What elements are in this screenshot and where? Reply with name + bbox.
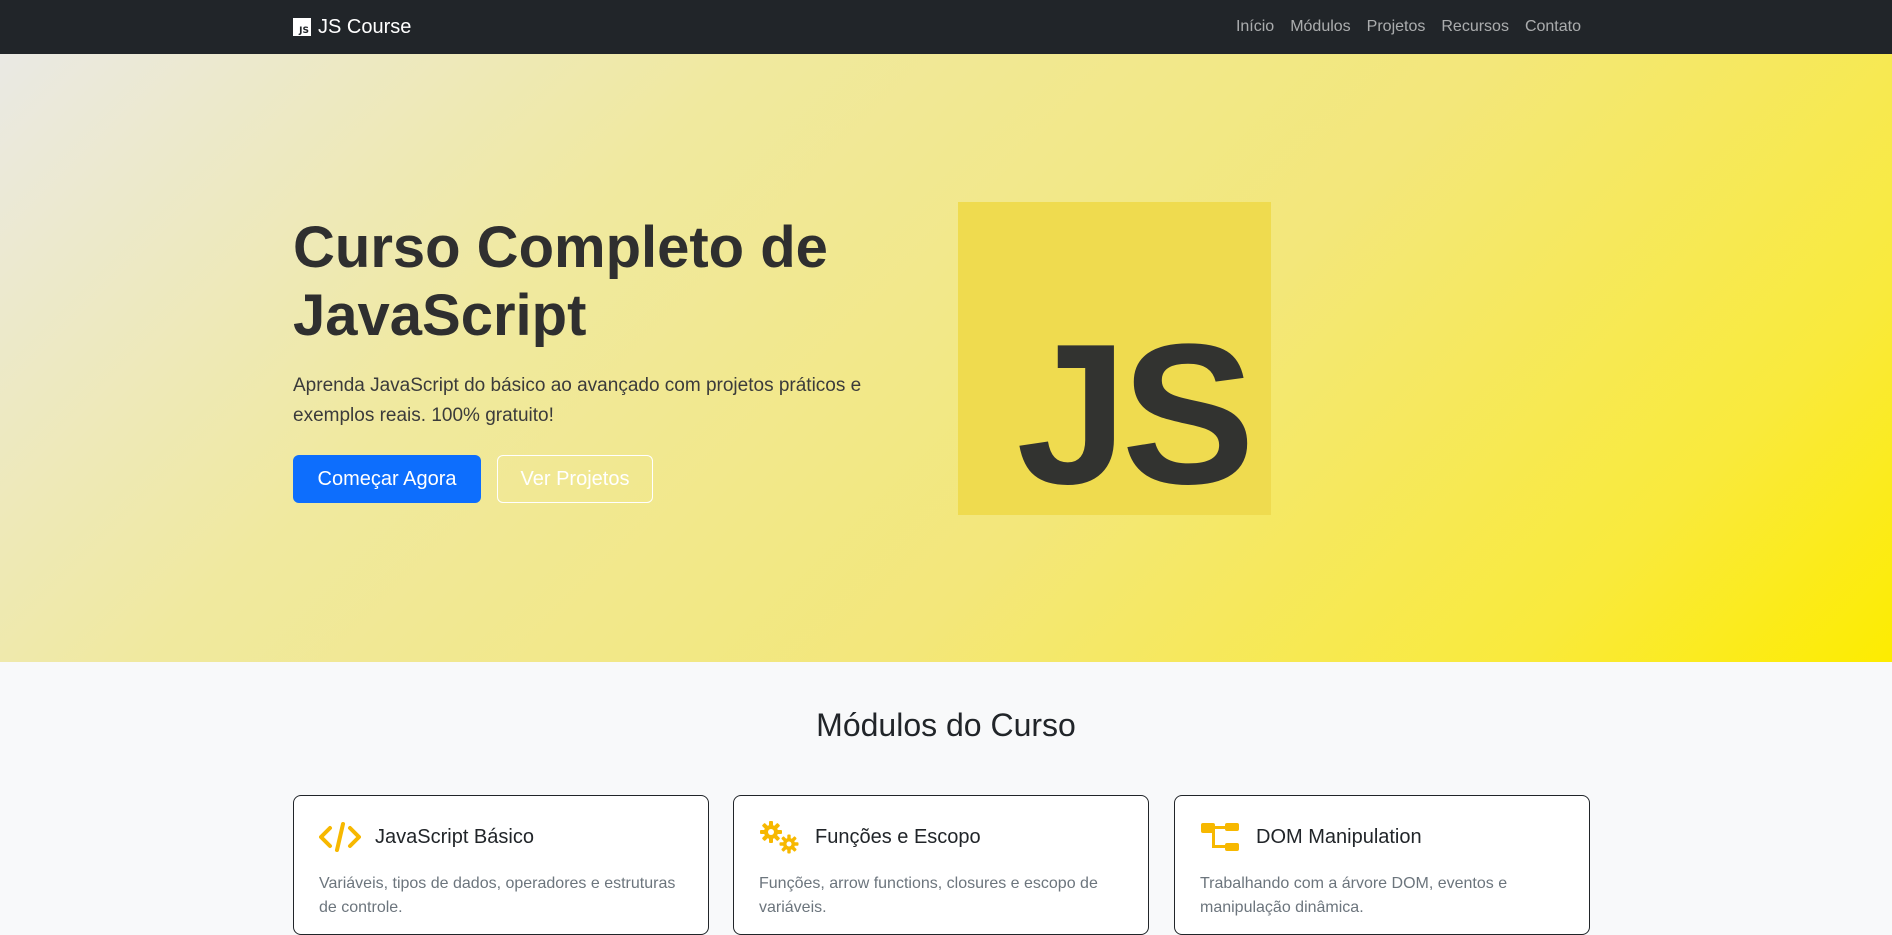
card-text: Funções, arrow functions, closures e esc… bbox=[759, 875, 1098, 916]
js-logo-image: JS bbox=[958, 202, 1271, 515]
start-now-button[interactable]: Começar Agora bbox=[293, 455, 481, 503]
nav-link-contato[interactable]: Contato bbox=[1525, 18, 1581, 36]
gears-icon bbox=[759, 820, 801, 854]
card-text: Trabalhando com a árvore DOM, eventos e … bbox=[1200, 875, 1508, 916]
view-projects-button[interactable]: Ver Projetos bbox=[497, 455, 653, 503]
card-title: Funções e Escopo bbox=[815, 825, 981, 848]
brand-link[interactable]: JS JS Course bbox=[293, 0, 411, 54]
module-card-basics[interactable]: JavaScript Básico Variáveis, tipos de da… bbox=[293, 795, 709, 935]
card-text: Variáveis, tipos de dados, operadores e … bbox=[319, 875, 676, 916]
code-icon bbox=[319, 820, 361, 854]
js-logo-icon: JS bbox=[293, 18, 311, 36]
modules-title: Módulos do Curso bbox=[816, 707, 1076, 743]
module-card-dom[interactable]: DOM Manipulation Trabalhando com a árvor… bbox=[1174, 795, 1590, 935]
nav-link-modulos[interactable]: Módulos bbox=[1290, 18, 1350, 36]
card-title: JavaScript Básico bbox=[375, 825, 534, 848]
module-card-functions[interactable]: Funções e Escopo Funções, arrow function… bbox=[733, 795, 1149, 935]
navbar: JS JS Course Início Módulos Projetos Rec… bbox=[0, 0, 1892, 54]
nav-link-inicio[interactable]: Início bbox=[1236, 18, 1274, 36]
hero-section: Curso Completo de JavaScript Aprenda Jav… bbox=[0, 54, 1892, 662]
js-logo-text: JS bbox=[1016, 303, 1255, 526]
card-header: DOM Manipulation bbox=[1200, 820, 1422, 854]
card-header: Funções e Escopo bbox=[759, 820, 981, 854]
sitemap-icon bbox=[1200, 820, 1242, 854]
hero-title: Curso Completo de JavaScript bbox=[293, 215, 828, 348]
card-header: JavaScript Básico bbox=[319, 820, 534, 854]
nav-link-recursos[interactable]: Recursos bbox=[1441, 18, 1509, 36]
hero-subtitle: Aprenda JavaScript do básico ao avançado… bbox=[293, 375, 862, 426]
card-title: DOM Manipulation bbox=[1256, 825, 1422, 848]
nav-link-projetos[interactable]: Projetos bbox=[1367, 18, 1426, 36]
nav-links: Início Módulos Projetos Recursos Contato bbox=[1236, 0, 1581, 54]
brand-name: JS Course bbox=[318, 15, 412, 38]
brand-logo-text: JS bbox=[299, 26, 309, 36]
